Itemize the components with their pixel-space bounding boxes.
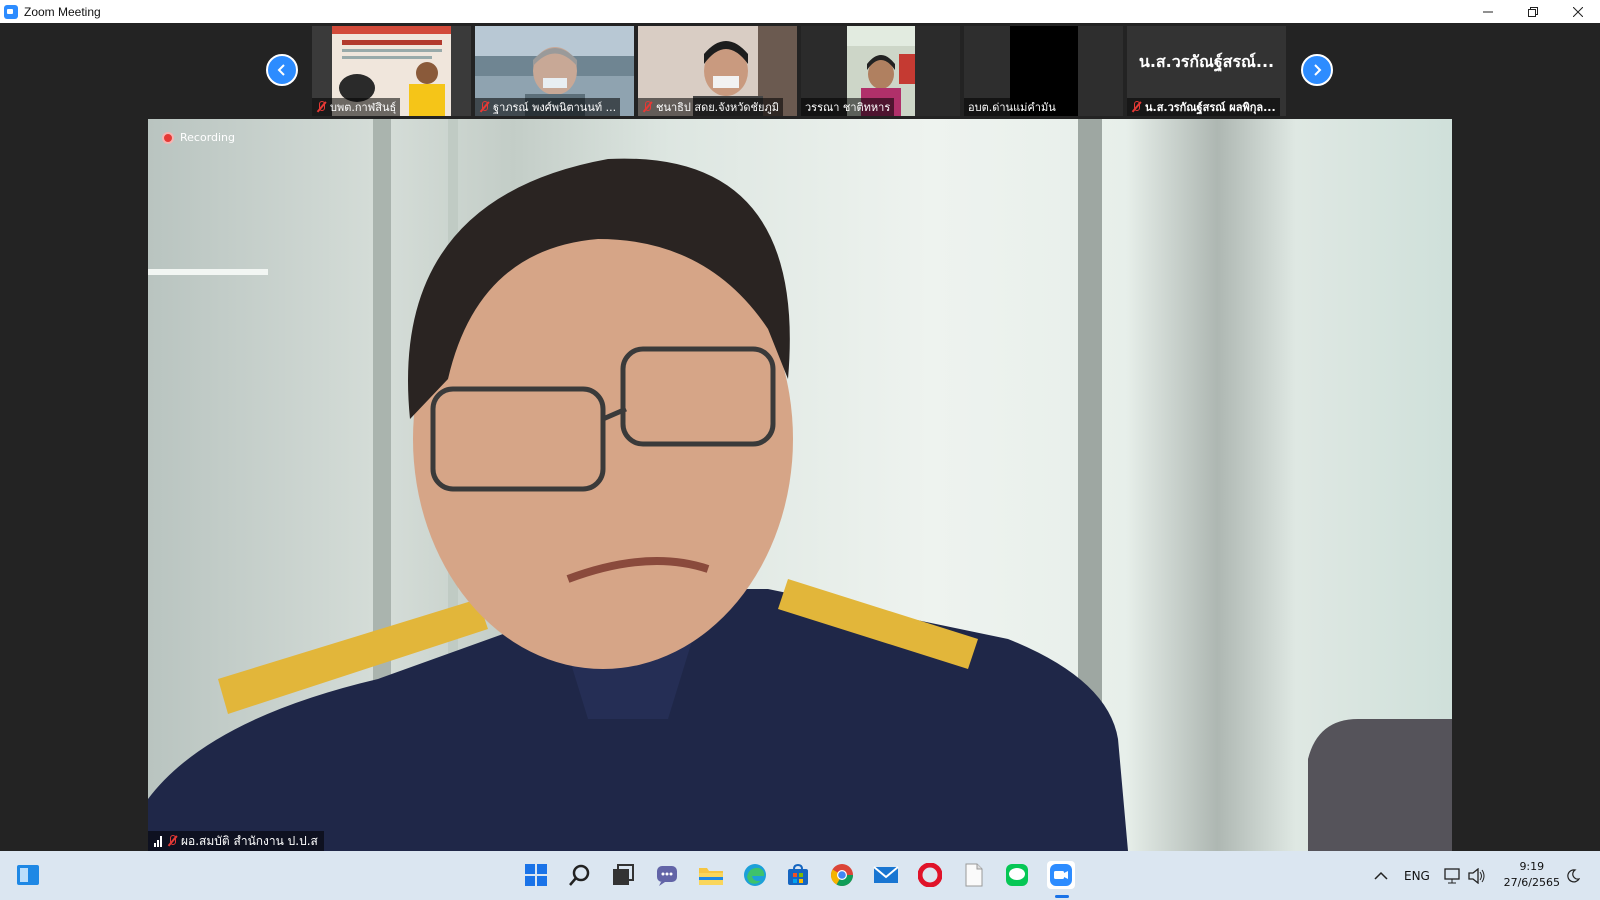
mic-muted-icon [1131,101,1141,113]
focus-assist-icon[interactable] [1566,851,1580,900]
window-controls [1465,0,1600,23]
participant-label: อบต.ด่านแม่คำมัน [964,98,1060,116]
search-icon[interactable] [566,861,594,889]
chrome-icon[interactable] [828,861,856,889]
recording-indicator: Recording [162,131,235,144]
speaker-video-frame [148,119,1452,851]
chevron-right-icon [1314,64,1322,76]
participant-label: บพต.กาฬสินธุ์ [312,98,401,116]
participant-label: ฐาภรณ์ พงศ์พนิตานนท์ ... [475,98,621,116]
system-clock[interactable]: 9:19 27/6/2565 [1504,859,1560,891]
close-button[interactable] [1555,0,1600,23]
language-indicator[interactable]: ENG [1404,851,1430,900]
restore-button[interactable] [1510,0,1555,23]
recording-dot-icon [162,131,174,144]
participant-name: ชนาธิป สดย.จังหวัดชัยภูมิ [656,101,779,114]
participant-name: ฐาภรณ์ พงศ์พนิตานนท์ ... [493,101,617,114]
participant-label: ชนาธิป สดย.จังหวัดชัยภูมิ [638,98,783,116]
clock-time: 9:19 [1519,860,1545,873]
minimize-button[interactable] [1465,0,1510,23]
participant-label: น.ส.วรกัณฐ์สรณ์ ผลพิกุล... [1127,98,1280,116]
start-button[interactable] [522,861,550,889]
active-speaker-video[interactable]: Recording ผอ.สมบัติ สำนักงาน ป.ป.ส [148,119,1452,851]
gallery-next-button[interactable] [1301,54,1333,86]
gallery-prev-button[interactable] [266,54,298,86]
opera-icon[interactable] [916,861,944,889]
show-hidden-icons-button[interactable] [1374,851,1388,900]
widgets-icon[interactable] [14,861,42,889]
mic-muted-icon [642,101,652,113]
chevron-up-icon [1374,871,1388,880]
participant-thumbnail[interactable]: วรรณา ชาติทหาร [801,26,960,116]
participant-thumbnail[interactable]: น.ส.วรกัณฐ์สรณ์... น.ส.วรกัณฐ์สรณ์ ผลพิก… [1127,26,1286,116]
participant-thumbnail[interactable]: อบต.ด่านแม่คำมัน [964,26,1123,116]
participant-thumbnail[interactable]: ชนาธิป สดย.จังหวัดชัยภูมิ [638,26,797,116]
recording-label: Recording [180,131,236,144]
chevron-left-icon [277,64,285,76]
microsoft-store-icon[interactable] [784,861,812,889]
mail-icon[interactable] [872,861,900,889]
teams-chat-icon[interactable] [653,861,681,889]
line-app-icon[interactable] [1003,861,1031,889]
meeting-area: บพต.กาฬสินธุ์ ฐาภรณ์ พงศ์พนิตานนท์ ... ช… [0,23,1600,851]
mic-muted-icon [479,101,489,113]
participant-thumbnail[interactable]: ฐาภรณ์ พงศ์พนิตานนท์ ... [475,26,634,116]
participant-name: บพต.กาฬสินธุ์ [330,101,397,114]
volume-icon[interactable] [1468,851,1486,900]
mic-muted-icon [167,835,177,847]
document-icon[interactable] [960,861,988,889]
windows-logo-icon [525,864,547,886]
window-title: Zoom Meeting [24,4,101,19]
zoom-app-icon [4,4,18,19]
taskbar: ENG 9:19 27/6/2565 [0,851,1600,900]
active-app-indicator [1055,895,1069,898]
participant-name: วรรณา ชาติทหาร [805,101,891,114]
title-bar: Zoom Meeting [0,0,1600,23]
edge-browser-icon[interactable] [741,861,769,889]
speaker-label: ผอ.สมบัติ สำนักงาน ป.ป.ส [148,831,324,851]
participant-name: อบต.ด่านแม่คำมัน [968,101,1056,114]
participant-display-name: น.ส.วรกัณฐ์สรณ์... [1138,51,1275,71]
clock-date: 27/6/2565 [1503,876,1560,889]
speaker-name: ผอ.สมบัติ สำนักงาน ป.ป.ส [181,833,318,848]
participant-name: น.ส.วรกัณฐ์สรณ์ ผลพิกุล... [1145,101,1276,114]
mic-muted-icon [316,101,326,113]
participant-label: วรรณา ชาติทหาร [801,98,895,116]
network-icon[interactable] [1444,851,1462,900]
file-explorer-icon[interactable] [697,861,725,889]
zoom-taskbar-icon[interactable] [1047,861,1075,889]
participant-thumbnail[interactable]: บพต.กาฬสินธุ์ [312,26,471,116]
task-view-icon[interactable] [609,861,637,889]
signal-strength-icon [154,835,162,847]
